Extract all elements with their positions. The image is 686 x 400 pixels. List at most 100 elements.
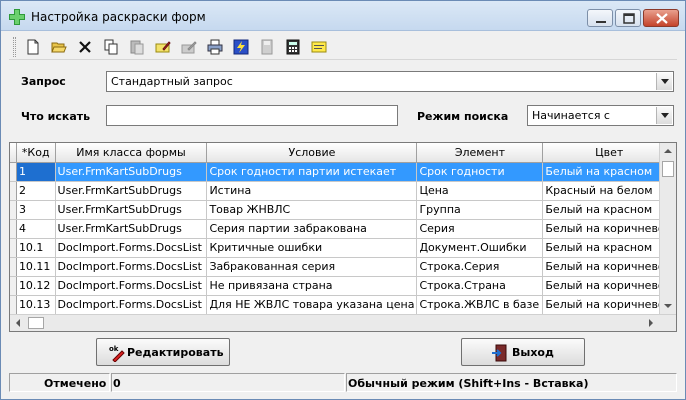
- cell-code[interactable]: 10.11: [16, 257, 56, 277]
- cell-condition[interactable]: Не привязана страна: [206, 276, 418, 296]
- table-row[interactable]: 10.13 DocImport.Forms.DocsList Для НЕ ЖВЛС…: [10, 295, 676, 315]
- cell-code[interactable]: 1: [16, 162, 56, 182]
- maximize-button[interactable]: [615, 9, 641, 27]
- cell-element[interactable]: Строка.ЖВЛС в базе: [416, 295, 544, 315]
- cell-element[interactable]: Строка.Страна: [416, 276, 544, 296]
- cell-condition[interactable]: Критичные ошибки: [206, 238, 418, 258]
- execute-icon[interactable]: [231, 37, 251, 57]
- cell-element[interactable]: Документ.Ошибки: [416, 238, 544, 258]
- vertical-scroll-thumb[interactable]: [662, 161, 674, 177]
- cell-code[interactable]: 2: [16, 181, 56, 201]
- query-select[interactable]: Стандартный запрос: [106, 71, 674, 92]
- title-bar[interactable]: Настройка раскраски форм: [1, 1, 685, 31]
- scroll-right-icon[interactable]: [643, 315, 659, 331]
- cell-color[interactable]: Белый на красном: [542, 162, 676, 182]
- save-disabled-icon[interactable]: [257, 37, 277, 57]
- edit-button[interactable]: ok Редактировать: [96, 338, 230, 366]
- note-icon[interactable]: [309, 37, 329, 57]
- status-mode-text: Обычный режим (Shift+Ins - Вставка): [348, 377, 589, 390]
- minimize-button[interactable]: [587, 9, 613, 27]
- cell-form-class[interactable]: DocImport.Forms.DocsList: [55, 238, 208, 258]
- cell-element[interactable]: Срок годности: [416, 162, 544, 182]
- cell-color[interactable]: Белый на коричневом: [542, 295, 676, 315]
- cell-element[interactable]: Цена: [416, 181, 544, 201]
- cell-form-class[interactable]: User.FrmKartSubDrugs: [55, 200, 208, 220]
- column-header-element[interactable]: Элемент: [416, 143, 544, 163]
- app-plus-icon: [9, 9, 25, 25]
- cell-condition[interactable]: Для НЕ ЖВЛС товара указана цена: [206, 295, 418, 315]
- cell-code[interactable]: 3: [16, 200, 56, 220]
- search-input[interactable]: [106, 105, 398, 126]
- table-row[interactable]: 2 User.FrmKartSubDrugs Истина Цена Красный н…: [10, 181, 676, 201]
- cell-code[interactable]: 10.13: [16, 295, 56, 315]
- column-header-form-class[interactable]: Имя класса формы: [55, 143, 208, 163]
- cell-code[interactable]: 4: [16, 219, 56, 239]
- cell-code[interactable]: 10.1: [16, 238, 56, 258]
- print-icon[interactable]: [205, 37, 225, 57]
- cell-form-class[interactable]: DocImport.Forms.DocsList: [55, 257, 208, 277]
- horizontal-scrollbar[interactable]: [10, 314, 676, 331]
- scroll-left-icon[interactable]: [10, 315, 26, 331]
- status-marked-label: Отмечено: [44, 377, 107, 390]
- status-marked-count: 0: [113, 377, 121, 390]
- edit-pencil-icon[interactable]: [153, 37, 173, 57]
- window-title: Настройка раскраски форм: [31, 10, 206, 24]
- chevron-down-icon[interactable]: [656, 73, 672, 90]
- cell-color[interactable]: Белый на красном: [542, 238, 676, 258]
- table-row[interactable]: 4 User.FrmKartSubDrugs Серия партии забрак…: [10, 219, 676, 239]
- edit-button-label: Редактировать: [127, 346, 224, 359]
- grid-table: *Код Имя класса формы Условие Элемент Цв…: [10, 143, 676, 315]
- table-row[interactable]: 1 User.FrmKartSubDrugs Срок годности парти…: [10, 162, 676, 182]
- vertical-scrollbar[interactable]: [659, 143, 676, 314]
- exit-button[interactable]: Выход: [461, 338, 585, 366]
- table-row[interactable]: 3 User.FrmKartSubDrugs Товар ЖНВЛС Группа Бе…: [10, 200, 676, 220]
- column-header-condition[interactable]: Условие: [206, 143, 418, 163]
- cell-element[interactable]: Группа: [416, 200, 544, 220]
- cell-form-class[interactable]: User.FrmKartSubDrugs: [55, 162, 208, 182]
- cell-color[interactable]: Белый на красном: [542, 200, 676, 220]
- search-mode-value: Начинается с: [532, 109, 610, 122]
- cell-code[interactable]: 10.12: [16, 276, 56, 296]
- paste-icon[interactable]: [127, 37, 147, 57]
- cell-condition[interactable]: Срок годности партии истекает: [206, 162, 418, 182]
- cell-color[interactable]: Белый на коричневом: [542, 219, 676, 239]
- search-mode-select[interactable]: Начинается с: [527, 105, 674, 126]
- data-grid[interactable]: *Код Имя класса формы Условие Элемент Цв…: [9, 142, 677, 332]
- edit-disabled-icon[interactable]: [179, 37, 199, 57]
- query-label: Запрос: [21, 75, 66, 88]
- cell-form-class[interactable]: User.FrmKartSubDrugs: [55, 181, 208, 201]
- cell-element[interactable]: Строка.Серия: [416, 257, 544, 277]
- cell-condition[interactable]: Серия партии забракована: [206, 219, 418, 239]
- cell-condition[interactable]: Истина: [206, 181, 418, 201]
- cell-form-class[interactable]: DocImport.Forms.DocsList: [55, 295, 208, 315]
- cell-color[interactable]: Белый на коричневом: [542, 276, 676, 296]
- cell-color[interactable]: Белый на коричневом: [542, 257, 676, 277]
- new-doc-icon[interactable]: [23, 37, 43, 57]
- delete-x-icon[interactable]: [75, 37, 95, 57]
- column-header-color[interactable]: Цвет: [542, 143, 676, 163]
- cell-color[interactable]: Красный на белом: [542, 181, 676, 201]
- scroll-down-icon[interactable]: [660, 298, 676, 314]
- scroll-up-icon[interactable]: [660, 143, 676, 159]
- table-row[interactable]: 10.12 DocImport.Forms.DocsList Не привязан…: [10, 276, 676, 296]
- toolbar-grip[interactable]: [13, 37, 16, 57]
- status-marked-count-panel: 0: [111, 373, 345, 392]
- main-window: Настройка раскраски форм Запрос Стандарт…: [0, 0, 686, 400]
- status-marked-label-panel: Отмечено: [9, 373, 110, 392]
- open-folder-icon[interactable]: [49, 37, 69, 57]
- table-row[interactable]: 10.1 DocImport.Forms.DocsList Критичные ош…: [10, 238, 676, 258]
- cell-condition[interactable]: Товар ЖНВЛС: [206, 200, 418, 220]
- cell-form-class[interactable]: User.FrmKartSubDrugs: [55, 219, 208, 239]
- search-mode-label: Режим поиска: [417, 110, 509, 123]
- horizontal-scroll-thumb[interactable]: [28, 317, 44, 329]
- cell-element[interactable]: Серия: [416, 219, 544, 239]
- copy-icon[interactable]: [101, 37, 121, 57]
- column-header-code[interactable]: *Код: [16, 143, 56, 163]
- close-button[interactable]: [643, 9, 679, 27]
- calculator-icon[interactable]: [283, 37, 303, 57]
- cell-condition[interactable]: Забракованная серия: [206, 257, 418, 277]
- table-row[interactable]: 10.11 DocImport.Forms.DocsList Забракованн…: [10, 257, 676, 277]
- chevron-down-icon[interactable]: [656, 107, 672, 124]
- cell-form-class[interactable]: DocImport.Forms.DocsList: [55, 276, 208, 296]
- search-label: Что искать: [21, 110, 91, 123]
